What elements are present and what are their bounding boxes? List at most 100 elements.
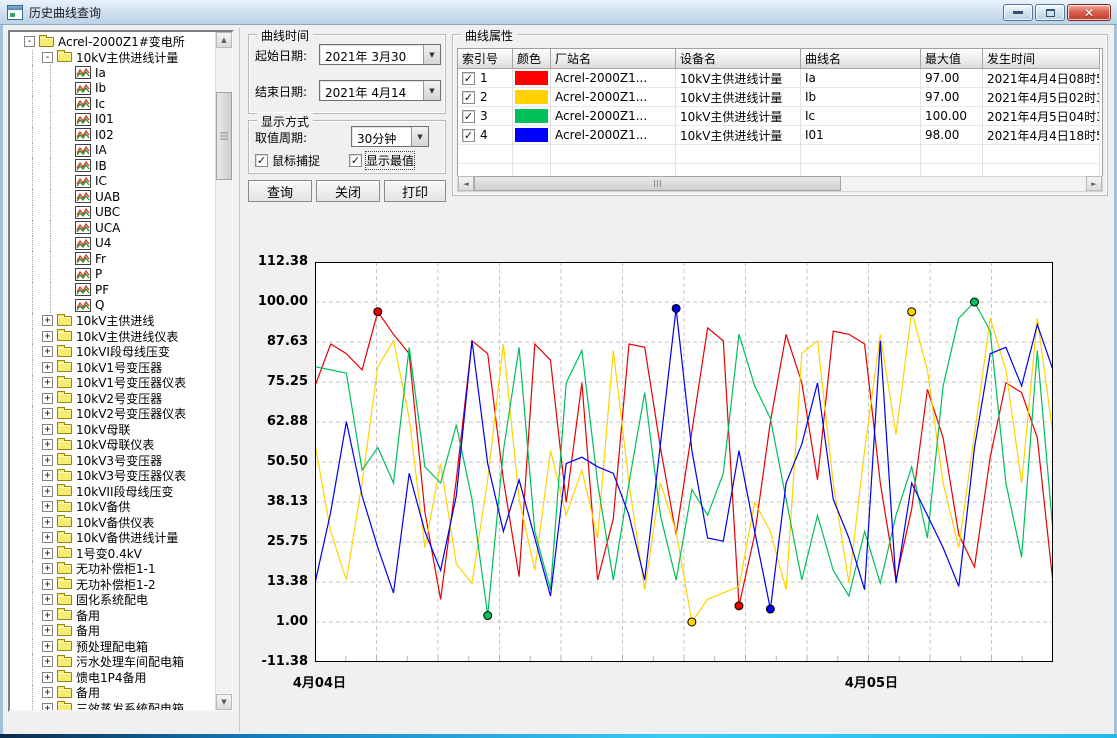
column-header[interactable]: 曲线名 <box>801 49 921 69</box>
tree-folder-item[interactable]: +无功补偿柜1-1 <box>10 561 215 577</box>
tree-folder-item[interactable]: +污水处理车间配电箱 <box>10 654 215 670</box>
tree-folder-item[interactable]: +10kV主供进线 <box>10 313 215 329</box>
table-row[interactable]: ✓2Acrel-2000Z1...10kV主供进线计量Ib97.002021年4… <box>458 88 1102 107</box>
tree-folder-item[interactable]: +10kV主供进线仪表 <box>10 329 215 345</box>
scroll-right-icon[interactable]: ► <box>1086 176 1102 191</box>
tree-folder-item[interactable]: +10kV备供仪表 <box>10 515 215 531</box>
tree-folder-item[interactable]: +备用 <box>10 608 215 624</box>
scrollbar-thumb[interactable] <box>216 92 232 180</box>
expand-toggle-icon[interactable]: + <box>42 610 53 621</box>
print-button[interactable]: 打印 <box>384 180 446 202</box>
tree-curve-item[interactable]: Ib <box>10 81 215 97</box>
tree-folder-item[interactable]: +10kV1号变压器仪表 <box>10 375 215 391</box>
panel-splitter[interactable] <box>239 28 240 732</box>
collapse-toggle-icon[interactable]: - <box>24 36 35 47</box>
tree-curve-item[interactable]: IB <box>10 158 215 174</box>
column-header[interactable]: 设备名 <box>676 49 801 69</box>
tree-vertical-scrollbar[interactable]: ▲ ▼ <box>215 32 232 710</box>
tree-curve-item[interactable]: UAB <box>10 189 215 205</box>
tree-folder-item[interactable]: -Acrel-2000Z1#变电所 <box>10 34 215 50</box>
expand-toggle-icon[interactable]: + <box>42 501 53 512</box>
tree-folder-item[interactable]: +10kV3号变压器仪表 <box>10 468 215 484</box>
close-button[interactable]: ✕ <box>1067 4 1111 21</box>
tree-folder-item[interactable]: +10kV2号变压器 <box>10 391 215 407</box>
query-button[interactable]: 查询 <box>248 180 312 202</box>
row-checkbox[interactable]: ✓ <box>462 129 475 142</box>
tree-folder-item[interactable]: +10kV母联仪表 <box>10 437 215 453</box>
expand-toggle-icon[interactable]: + <box>42 470 53 481</box>
column-header[interactable]: 颜色 <box>513 49 551 69</box>
tree-folder-item[interactable]: +10kV3号变压器 <box>10 453 215 469</box>
expand-toggle-icon[interactable]: + <box>42 377 53 388</box>
tree-folder-item[interactable]: +10kVII段母线压变 <box>10 484 215 500</box>
table-row[interactable]: ✓3Acrel-2000Z1...10kV主供进线计量Ic100.002021年… <box>458 107 1102 126</box>
tree-curve-item[interactable]: UCA <box>10 220 215 236</box>
tree-folder-item[interactable]: +预处理配电箱 <box>10 639 215 655</box>
expand-toggle-icon[interactable]: + <box>42 579 53 590</box>
scroll-down-icon[interactable]: ▼ <box>216 694 232 710</box>
scrollbar-thumb[interactable] <box>474 176 841 191</box>
expand-toggle-icon[interactable]: + <box>42 625 53 636</box>
expand-toggle-icon[interactable]: + <box>42 656 53 667</box>
expand-toggle-icon[interactable]: + <box>42 408 53 419</box>
tree-folder-item[interactable]: +10kVI段母线压变 <box>10 344 215 360</box>
titlebar[interactable]: 历史曲线查询 <box>0 0 1117 25</box>
column-header[interactable]: 发生时间 <box>983 49 1100 69</box>
expand-toggle-icon[interactable]: + <box>42 641 53 652</box>
tree-curve-item[interactable]: I02 <box>10 127 215 143</box>
tree-folder-item[interactable]: -10kV主供进线计量 <box>10 50 215 66</box>
column-header[interactable]: 索引号 <box>458 49 513 69</box>
expand-toggle-icon[interactable]: + <box>42 486 53 497</box>
column-header[interactable]: 厂站名 <box>551 49 676 69</box>
tree-folder-item[interactable]: +10kV1号变压器 <box>10 360 215 376</box>
tree-folder-item[interactable]: +三效蒸发系统配电箱 <box>10 701 215 711</box>
tree-curve-item[interactable]: I01 <box>10 112 215 128</box>
table-horizontal-scrollbar[interactable]: ◄ ► <box>457 176 1103 192</box>
expand-toggle-icon[interactable]: + <box>42 439 53 450</box>
chevron-down-icon[interactable]: ▼ <box>423 81 440 100</box>
period-select[interactable]: 30分钟 ▼ <box>351 126 429 147</box>
expand-toggle-icon[interactable]: + <box>42 532 53 543</box>
tree-curve-item[interactable]: P <box>10 267 215 283</box>
expand-toggle-icon[interactable]: + <box>42 563 53 574</box>
start-date-select[interactable]: 2021年 3月30 ▼ <box>319 44 441 65</box>
scroll-up-icon[interactable]: ▲ <box>216 32 232 48</box>
expand-toggle-icon[interactable]: + <box>42 331 53 342</box>
column-header[interactable]: 最大值 <box>921 49 983 69</box>
tree-folder-item[interactable]: +10kV母联 <box>10 422 215 438</box>
row-checkbox[interactable]: ✓ <box>462 91 475 104</box>
tree-folder-item[interactable]: +备用 <box>10 685 215 701</box>
table-row[interactable]: ✓4Acrel-2000Z1...10kV主供进线计量I0198.002021年… <box>458 126 1102 145</box>
expand-toggle-icon[interactable]: + <box>42 687 53 698</box>
mouse-capture-checkbox[interactable]: ✓ <box>255 154 268 167</box>
expand-toggle-icon[interactable]: + <box>42 703 53 710</box>
tree-folder-item[interactable]: +1号变0.4kV <box>10 546 215 562</box>
expand-toggle-icon[interactable]: + <box>42 362 53 373</box>
expand-toggle-icon[interactable]: + <box>42 393 53 404</box>
tree-curve-item[interactable]: UBC <box>10 205 215 221</box>
collapse-toggle-icon[interactable]: - <box>42 52 53 63</box>
expand-toggle-icon[interactable]: + <box>42 315 53 326</box>
tree-folder-item[interactable]: +备用 <box>10 623 215 639</box>
tree-folder-item[interactable]: +10kV备供 <box>10 499 215 515</box>
expand-toggle-icon[interactable]: + <box>42 346 53 357</box>
expand-toggle-icon[interactable]: + <box>42 517 53 528</box>
show-extremes-checkbox[interactable]: ✓ <box>349 154 362 167</box>
tree-folder-item[interactable]: +馈电1P4备用 <box>10 670 215 686</box>
expand-toggle-icon[interactable]: + <box>42 594 53 605</box>
expand-toggle-icon[interactable]: + <box>42 424 53 435</box>
end-date-select[interactable]: 2021年 4月14 ▼ <box>319 80 441 101</box>
tree-curve-item[interactable]: Ic <box>10 96 215 112</box>
row-checkbox[interactable]: ✓ <box>462 72 475 85</box>
tree-folder-item[interactable]: +10kV备供进线计量 <box>10 530 215 546</box>
tree-folder-item[interactable]: +固化系统配电 <box>10 592 215 608</box>
expand-toggle-icon[interactable]: + <box>42 672 53 683</box>
tree-folder-item[interactable]: +10kV2号变压器仪表 <box>10 406 215 422</box>
tree-curve-item[interactable]: IC <box>10 174 215 190</box>
tree-curve-item[interactable]: Ia <box>10 65 215 81</box>
close-dialog-button[interactable]: 关闭 <box>316 180 380 202</box>
chevron-down-icon[interactable]: ▼ <box>411 127 428 146</box>
tree-curve-item[interactable]: U4 <box>10 236 215 252</box>
tree-curve-item[interactable]: IA <box>10 143 215 159</box>
chevron-down-icon[interactable]: ▼ <box>423 45 440 64</box>
